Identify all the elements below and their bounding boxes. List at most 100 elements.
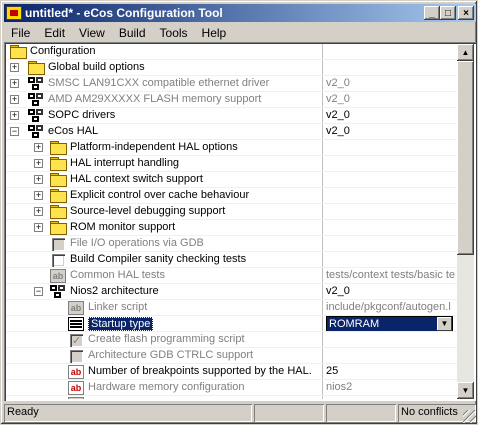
- tree-row[interactable]: + Source-level debugging support: [6, 204, 457, 220]
- tree-row[interactable]: Architecture GDB CTRLC support: [6, 348, 457, 364]
- tree-item-value[interactable]: 25: [326, 365, 457, 379]
- checkbox-icon[interactable]: [70, 350, 83, 363]
- menu-view[interactable]: View: [72, 26, 112, 40]
- folder-icon: [10, 45, 27, 59]
- string-value-icon: ab: [68, 365, 84, 379]
- menu-build[interactable]: Build: [112, 26, 153, 40]
- scroll-up-button[interactable]: ▲: [457, 44, 474, 61]
- string-value-icon: ab: [68, 381, 84, 395]
- checkbox-icon[interactable]: [52, 238, 65, 251]
- tree-item-value[interactable]: [326, 157, 457, 171]
- tree-item-value[interactable]: tests/context tests/basic te: [326, 269, 457, 283]
- expand-icon[interactable]: +: [34, 143, 43, 152]
- tree-item-value[interactable]: [326, 253, 457, 267]
- tree-row[interactable]: ab Hardware memory configuration nios2: [6, 380, 457, 396]
- tree-item-value[interactable]: [326, 333, 457, 347]
- scroll-thumb[interactable]: [457, 61, 474, 255]
- tree-item-label: ROM monitor support: [70, 221, 176, 233]
- tree-row[interactable]: Startup type ROMRAM ▼: [6, 316, 457, 332]
- tree-row[interactable]: File I/O operations via GDB: [6, 236, 457, 252]
- configuration-tree[interactable]: Configuration + Global build options + SMSC …: [6, 44, 457, 399]
- scroll-down-button[interactable]: ▼: [457, 382, 474, 399]
- tree-row[interactable]: ab Linker script include/pkgconf/autogen.l: [6, 300, 457, 316]
- column-divider: [322, 156, 323, 172]
- expand-icon[interactable]: +: [34, 223, 43, 232]
- expand-icon[interactable]: +: [10, 111, 19, 120]
- tree-row[interactable]: + SMSC LAN91CXX compatible ethernet drive…: [6, 76, 457, 92]
- menu-edit[interactable]: Edit: [37, 26, 72, 40]
- expand-icon[interactable]: +: [34, 175, 43, 184]
- column-divider: [322, 92, 323, 108]
- tree-row[interactable]: + Explicit control over cache behaviour: [6, 188, 457, 204]
- expand-icon[interactable]: +: [10, 79, 19, 88]
- tree-row[interactable]: + Global build options: [6, 60, 457, 76]
- tree-item-value[interactable]: [326, 237, 457, 251]
- resize-grip[interactable]: [463, 410, 476, 423]
- expand-icon[interactable]: +: [10, 95, 19, 104]
- tree-row[interactable]: ab Number of breakpoints supported by the…: [6, 364, 457, 380]
- menu-tools[interactable]: Tools: [153, 26, 195, 40]
- tree-row[interactable]: Build Compiler sanity checking tests: [6, 252, 457, 268]
- chevron-down-icon[interactable]: ▼: [437, 317, 452, 331]
- package-icon: [28, 125, 44, 139]
- minimize-button[interactable]: _: [424, 6, 440, 20]
- column-divider: [322, 364, 323, 380]
- tree-item-label: SOPC drivers: [48, 109, 116, 121]
- tree-row[interactable]: ab Common HAL tests tests/context tests/ba…: [6, 268, 457, 284]
- expand-icon[interactable]: +: [34, 207, 43, 216]
- checkbox-icon[interactable]: [52, 254, 65, 267]
- maximize-button[interactable]: □: [440, 6, 456, 20]
- tree-item-value[interactable]: [326, 205, 457, 219]
- tree-item-label: Source-level debugging support: [70, 205, 226, 217]
- expand-icon[interactable]: +: [10, 63, 19, 72]
- tree-item-label: SMSC LAN91CXX compatible ethernet driver: [48, 77, 270, 89]
- tree-item-value[interactable]: v2_0: [326, 285, 457, 299]
- folder-icon: [50, 141, 67, 155]
- tree-row[interactable]: + SOPC drivers v2_0: [6, 108, 457, 124]
- tree-row[interactable]: + HAL interrupt handling: [6, 156, 457, 172]
- startup-type-select[interactable]: ROMRAM ▼: [326, 316, 453, 332]
- menu-file[interactable]: File: [4, 26, 37, 40]
- column-divider: [322, 172, 323, 188]
- title-bar[interactable]: untitled* - eCos Configuration Tool _ □ …: [4, 4, 476, 22]
- tree-item-label: Common HAL tests: [70, 269, 165, 281]
- vertical-scrollbar[interactable]: ▲ ▼: [457, 44, 474, 399]
- collapse-icon[interactable]: −: [34, 287, 43, 296]
- tree-row[interactable]: Configuration: [6, 44, 457, 60]
- checkbox-icon[interactable]: ✓: [70, 334, 83, 347]
- column-divider: [322, 188, 323, 204]
- expand-icon[interactable]: +: [34, 191, 43, 200]
- column-divider: [322, 396, 323, 399]
- column-divider: [322, 252, 323, 268]
- tree-item-value[interactable]: v2_0: [326, 77, 457, 91]
- tree-row[interactable]: − Nios2 architecture v2_0: [6, 284, 457, 300]
- tree-item-value[interactable]: v2_0: [326, 125, 457, 139]
- tree-item-value[interactable]: v2_0: [326, 109, 457, 123]
- tree-item-value[interactable]: [326, 189, 457, 203]
- tree-row[interactable]: − eCos HAL v2_0: [6, 124, 457, 140]
- tree-item-value[interactable]: include/pkgconf/autogen.l: [326, 301, 457, 315]
- tree-item-value[interactable]: [326, 349, 457, 363]
- tree-item-value[interactable]: [326, 397, 457, 399]
- collapse-icon[interactable]: −: [10, 127, 19, 136]
- expand-icon[interactable]: +: [34, 159, 43, 168]
- tree-row[interactable]: + Platform-independent HAL options: [6, 140, 457, 156]
- enum-option-icon: [68, 317, 84, 331]
- tree-item-value[interactable]: v2_0: [326, 93, 457, 107]
- tree-item-value[interactable]: [326, 173, 457, 187]
- menu-help[interactable]: Help: [195, 26, 234, 40]
- tree-item-value[interactable]: nios2: [326, 381, 457, 395]
- tree-item-value[interactable]: [326, 221, 457, 235]
- tree-row[interactable]: + AMD AM29XXXXX FLASH memory support v2_0: [6, 92, 457, 108]
- column-divider: [322, 44, 323, 60]
- tree-item-value[interactable]: [326, 141, 457, 155]
- tree-row[interactable]: ✓ Create flash programming script: [6, 332, 457, 348]
- close-button[interactable]: ×: [458, 6, 474, 20]
- tree-item-label: Build Compiler sanity checking tests: [70, 253, 247, 265]
- tree-item-label: Create flash programming script: [88, 333, 245, 345]
- tree-row[interactable]: + HAL context switch support: [6, 172, 457, 188]
- tree-row[interactable]: + ROM monitor support: [6, 220, 457, 236]
- tree-row[interactable]: ab: [6, 396, 457, 399]
- tree-item-value[interactable]: [326, 45, 457, 59]
- tree-item-value[interactable]: [326, 61, 457, 75]
